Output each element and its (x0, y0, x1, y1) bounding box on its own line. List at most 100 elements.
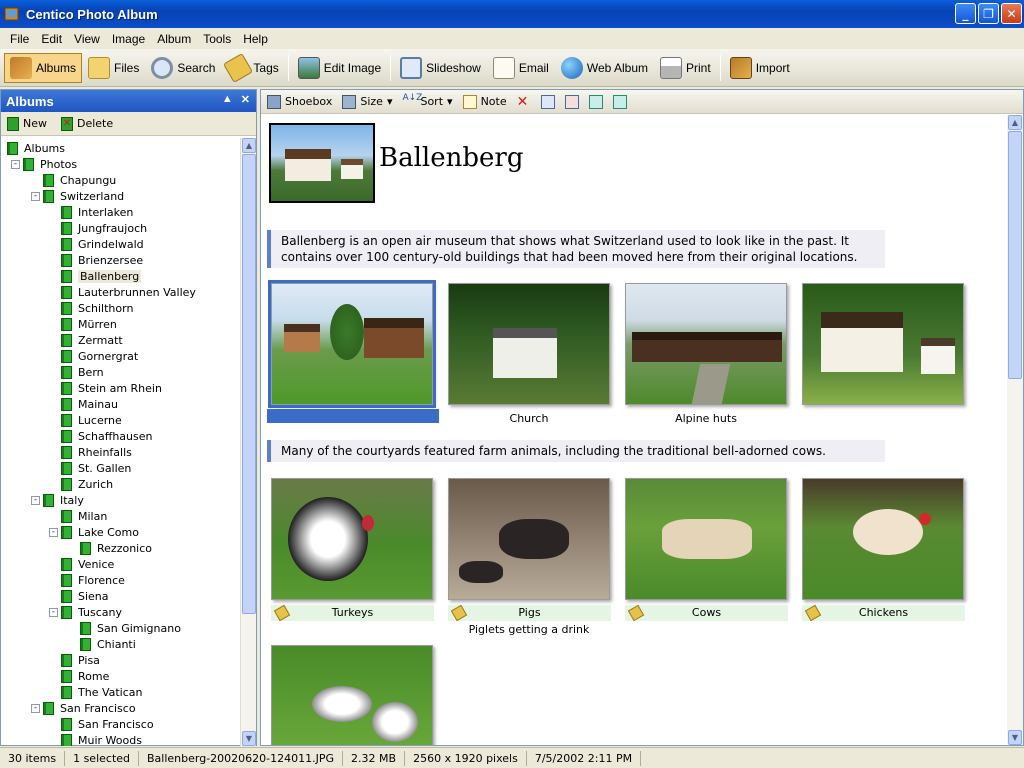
tree-item[interactable]: Siena (49, 588, 109, 604)
tree-item[interactable]: Chapungu (31, 172, 116, 188)
tree-item[interactable]: - Switzerland (31, 188, 124, 204)
tree-item[interactable]: Schilthorn (49, 300, 133, 316)
edit-image-button[interactable]: Edit Image (292, 53, 387, 83)
rotate-right-icon[interactable] (612, 94, 627, 109)
scroll-up-icon[interactable]: ▲ (242, 138, 256, 153)
tree-item[interactable]: Venice (49, 556, 114, 572)
tree-item[interactable]: - Photos (11, 156, 77, 172)
photo-tag-cows[interactable]: Cows (625, 604, 788, 622)
search-button[interactable]: Search (145, 53, 221, 83)
menu-tools[interactable]: Tools (197, 32, 237, 46)
scroll-down-icon[interactable]: ▼ (242, 731, 256, 746)
photo-thumbnail-farmhouse[interactable] (802, 283, 964, 405)
tree-toggle-icon[interactable]: - (31, 191, 40, 201)
tree-item[interactable]: Rome (49, 668, 109, 684)
size-button[interactable]: Size ▾ (342, 94, 392, 109)
tree-item[interactable]: Schaffhausen (49, 428, 152, 444)
menu-edit[interactable]: Edit (35, 32, 68, 46)
tree-item[interactable]: Chianti (68, 636, 136, 652)
photo-thumbnail-turkeys[interactable] (271, 478, 433, 600)
tags-button[interactable]: Tags (221, 52, 284, 83)
tree-item[interactable]: St. Gallen (49, 460, 131, 476)
album-view-scrollbar[interactable]: ▲ ▼ (1007, 115, 1023, 745)
close-pane-icon[interactable]: ✕ (241, 93, 250, 106)
minimize-button[interactable]: _ (955, 3, 976, 24)
copy-icon[interactable] (540, 94, 555, 109)
photo-tag-chickens[interactable]: Chickens (802, 604, 965, 622)
shoebox-button[interactable]: Shoebox (267, 94, 332, 109)
tree-item[interactable]: - Italy (31, 492, 84, 508)
files-button[interactable]: Files (82, 53, 145, 83)
new-album-button[interactable]: New (7, 116, 47, 131)
scroll-thumb[interactable] (1008, 131, 1022, 379)
tree-item[interactable]: Florence (49, 572, 125, 588)
tree-item[interactable]: Mainau (49, 396, 118, 412)
tree-item[interactable]: San Gimignano (68, 620, 181, 636)
collapse-icon[interactable]: ▲ (222, 93, 233, 106)
menu-help[interactable]: Help (237, 32, 274, 46)
slideshow-button[interactable]: Slideshow (394, 53, 487, 83)
tree-item[interactable]: Rheinfalls (49, 444, 132, 460)
print-button[interactable]: Print (654, 53, 717, 83)
tree-item[interactable]: Brienzersee (49, 252, 143, 268)
tree-toggle-icon[interactable]: - (49, 607, 58, 617)
photo-thumbnail-chickens[interactable] (802, 478, 964, 600)
tree-item[interactable]: Bern (49, 364, 104, 380)
tree-item[interactable]: Albums (7, 140, 65, 156)
restore-button[interactable]: ❐ (978, 3, 999, 24)
menu-image[interactable]: Image (106, 32, 151, 46)
scroll-up-icon[interactable]: ▲ (1008, 115, 1022, 130)
tree-item[interactable]: Muir Woods (49, 732, 142, 746)
move-icon[interactable] (564, 94, 579, 109)
tree-item[interactable]: Mürren (49, 316, 117, 332)
photo-thumbnail-rabbits[interactable] (271, 645, 433, 745)
menu-album[interactable]: Album (151, 32, 197, 46)
photo-tag-pigs[interactable]: Pigs (448, 604, 611, 622)
tree-item[interactable]: Milan (49, 508, 107, 524)
albums-button[interactable]: Albums (4, 52, 83, 83)
menu-file[interactable]: File (4, 32, 35, 46)
tree-toggle-icon[interactable]: - (31, 495, 40, 505)
tree-item[interactable]: Zermatt (49, 332, 123, 348)
rotate-left-icon[interactable] (588, 94, 603, 109)
scroll-down-icon[interactable]: ▼ (1008, 730, 1022, 745)
delete-album-button[interactable]: ✕ Delete (61, 116, 113, 131)
web-album-button[interactable]: Web Album (555, 53, 654, 83)
album-note-2[interactable]: Many of the courtyards featured farm ani… (267, 440, 885, 462)
tree-toggle-icon[interactable]: - (31, 703, 40, 713)
tree-toggle-icon[interactable]: - (49, 527, 58, 537)
album-note-1[interactable]: Ballenberg is an open air museum that sh… (267, 230, 885, 268)
photo-thumbnail-cows[interactable] (625, 478, 787, 600)
tree-item[interactable]: Interlaken (49, 204, 133, 220)
album-tree-scrollbar[interactable]: ▲ ▼ (240, 138, 256, 746)
tree-item[interactable]: Stein am Rhein (49, 380, 162, 396)
tree-item[interactable]: The Vatican (49, 684, 143, 700)
sort-button[interactable]: A↓Z Sort ▾ (402, 93, 452, 109)
tree-item[interactable]: - Tuscany (49, 604, 122, 620)
import-button[interactable]: Import (724, 53, 796, 83)
email-button[interactable]: Email (487, 53, 555, 83)
tree-item[interactable]: Ballenberg (49, 268, 142, 284)
tree-toggle-icon[interactable]: - (11, 159, 20, 169)
menu-view[interactable]: View (68, 32, 106, 46)
tree-item[interactable]: Lucerne (49, 412, 122, 428)
tree-item[interactable]: Zurich (49, 476, 113, 492)
delete-icon[interactable]: ✕ (517, 95, 531, 109)
close-button[interactable]: ✕ (1001, 3, 1022, 24)
photo-thumbnail-ballenberg[interactable] (268, 280, 436, 408)
photo-tag-turkeys[interactable]: Turkeys (271, 604, 434, 622)
tree-item[interactable]: Rezzonico (68, 540, 152, 556)
scroll-thumb[interactable] (242, 154, 256, 614)
tree-item[interactable]: Gornergrat (49, 348, 138, 364)
tree-item[interactable]: San Francisco (49, 716, 154, 732)
tree-item[interactable]: Grindelwald (49, 236, 144, 252)
tree-item[interactable]: - San Francisco (31, 700, 136, 716)
tree-item[interactable]: - Lake Como (49, 524, 139, 540)
photo-thumbnail-alpine-huts[interactable] (625, 283, 787, 405)
photo-thumbnail-pigs[interactable] (448, 478, 610, 600)
tree-item[interactable]: Lauterbrunnen Valley (49, 284, 196, 300)
tree-item[interactable]: Pisa (49, 652, 100, 668)
note-button[interactable]: Note (462, 94, 507, 109)
tree-item[interactable]: Jungfraujoch (49, 220, 147, 236)
photo-thumbnail-church[interactable] (448, 283, 610, 405)
